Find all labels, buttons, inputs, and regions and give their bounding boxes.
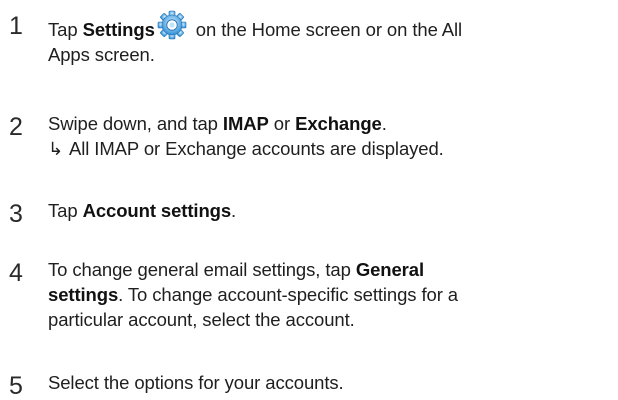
step-line: To change general email settings, tap Ge… [48,257,614,282]
step-line: settings. To change account-specific set… [48,282,614,307]
bold-term: settings [48,284,119,305]
step-text: Tap Account settings. [48,198,614,223]
step-text: Swipe down, and tap IMAP or Exchange. ↳ A… [48,111,614,162]
step-line: Apps screen. [48,44,155,65]
text-run: . [381,113,387,134]
text-run: Tap [48,19,83,40]
bold-term: General [355,259,425,280]
step-number: 3 [9,200,23,228]
step-line: Tap Account settings. [48,198,614,223]
text-run: Tap [48,200,83,221]
text-run: To change general email settings, tap [48,259,356,280]
step-text: Tap Settings on the Home screen or on th… [48,10,614,67]
step-number: 2 [9,113,23,141]
bold-term: IMAP [222,113,269,134]
step-number: 5 [9,372,23,400]
bold-term: Exchange [295,113,382,134]
step-number: 1 [9,12,23,40]
step-result: ↳ All IMAP or Exchange accounts are displ… [48,136,614,162]
result-text: All IMAP or Exchange accounts are displa… [68,138,444,159]
step-line: Select the options for your accounts. [48,372,344,393]
text-run: . [231,200,237,221]
step-text: Select the options for your accounts. [48,370,614,395]
bold-term: Account settings [82,200,232,221]
bold-term: Settings [82,19,155,40]
step-number: 4 [9,259,23,287]
settings-gear-icon [157,10,187,40]
step-line: Swipe down, and tap IMAP or Exchange. [48,111,614,136]
text-run: . To change account-specific settings fo… [118,284,458,305]
text-run: or [268,113,296,134]
step-line: Tap Settings on the Home screen or on th… [48,10,614,42]
step-line: particular account, select the account. [48,309,355,330]
result-arrow-icon: ↳ [48,139,63,159]
text-run: on the Home screen or on the All [190,19,463,40]
text-run: Swipe down, and tap [48,113,223,134]
step-text: To change general email settings, tap Ge… [48,257,614,332]
